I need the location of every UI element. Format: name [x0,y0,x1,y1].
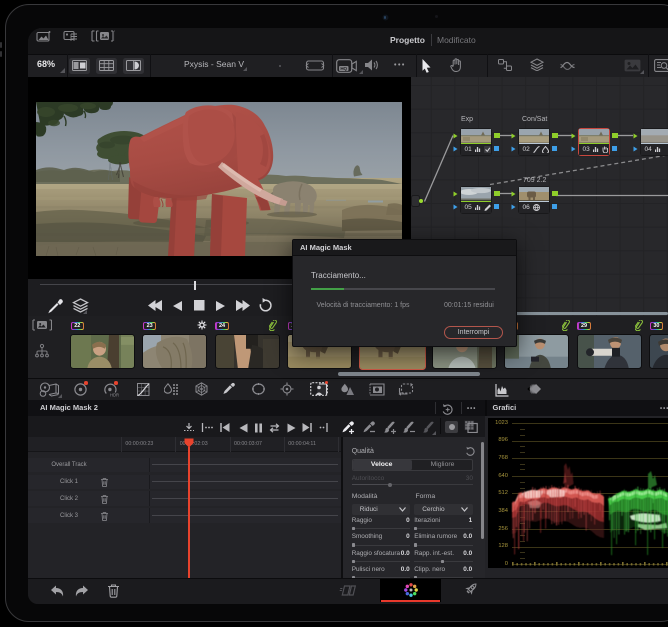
svg-text:HDR: HDR [110,392,119,397]
svg-text:HQ: HQ [340,66,347,71]
